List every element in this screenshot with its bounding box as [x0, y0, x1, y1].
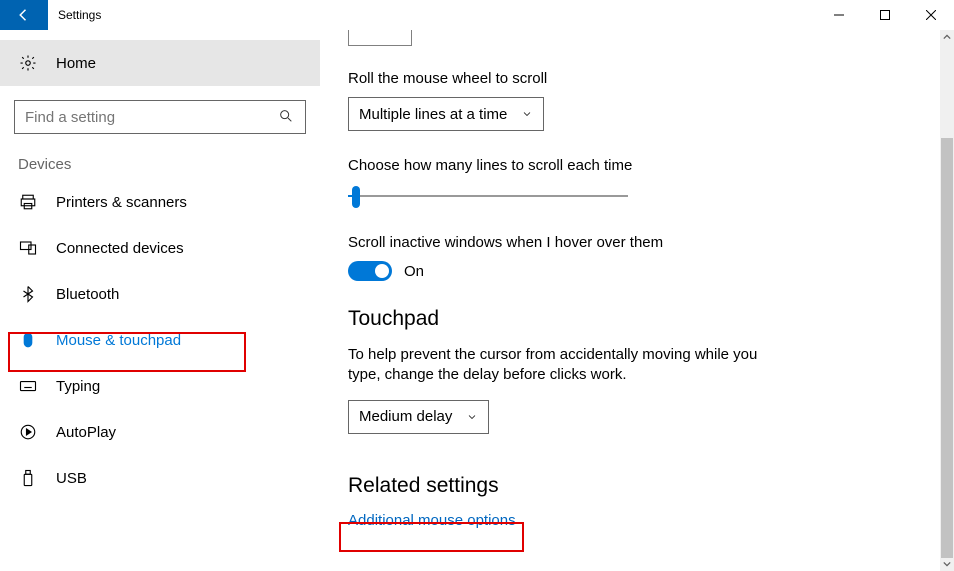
sidebar: Home Devices Printers & scanners Connect…	[0, 30, 320, 571]
touchpad-delay-dropdown[interactable]: Medium delay	[348, 400, 489, 434]
inactive-setting-label: Scroll inactive windows when I hover ove…	[348, 234, 914, 251]
bluetooth-icon	[18, 285, 38, 303]
sidebar-item-label: Printers & scanners	[56, 194, 187, 211]
dropdown-value: Multiple lines at a time	[359, 106, 507, 123]
maximize-button[interactable]	[862, 0, 908, 30]
toggle-state-label: On	[404, 263, 424, 280]
content-pane: Roll the mouse wheel to scroll Multiple …	[320, 30, 954, 571]
chevron-down-icon	[466, 411, 478, 423]
sidebar-item-label: USB	[56, 470, 87, 487]
slider-track	[348, 195, 628, 197]
sidebar-item-connected-devices[interactable]: Connected devices	[0, 225, 320, 271]
touchpad-description: To help prevent the cursor from accident…	[348, 345, 768, 386]
sidebar-item-bluetooth[interactable]: Bluetooth	[0, 271, 320, 317]
window-title: Settings	[48, 0, 101, 30]
gear-icon	[18, 54, 38, 72]
scroll-down-button[interactable]	[940, 557, 954, 571]
sidebar-item-autoplay[interactable]: AutoPlay	[0, 409, 320, 455]
toggle-knob	[375, 264, 389, 278]
sidebar-item-typing[interactable]: Typing	[0, 363, 320, 409]
slider-thumb[interactable]	[352, 186, 360, 208]
close-icon	[926, 10, 936, 20]
sidebar-group-label: Devices	[0, 134, 320, 179]
sidebar-item-label: Bluetooth	[56, 286, 119, 303]
arrow-left-icon	[15, 6, 33, 24]
devices-icon	[18, 239, 38, 257]
chevron-down-icon	[521, 108, 533, 120]
chevron-up-icon	[943, 33, 951, 41]
mouse-icon	[18, 331, 38, 349]
title-spacer	[101, 0, 816, 30]
search-input[interactable]	[14, 100, 306, 134]
autoplay-icon	[18, 423, 38, 441]
touchpad-heading: Touchpad	[348, 307, 914, 331]
scroll-setting-label: Roll the mouse wheel to scroll	[348, 70, 914, 87]
additional-mouse-options-link[interactable]: Additional mouse options	[348, 512, 516, 529]
scroll-up-button[interactable]	[940, 30, 954, 44]
keyboard-icon	[18, 377, 38, 395]
scroll-mode-dropdown[interactable]: Multiple lines at a time	[348, 97, 544, 131]
chevron-down-icon	[943, 560, 951, 568]
scrollbar-thumb[interactable]	[941, 138, 953, 558]
truncated-dropdown[interactable]	[348, 30, 412, 46]
back-button[interactable]	[0, 0, 48, 30]
sidebar-item-printers[interactable]: Printers & scanners	[0, 179, 320, 225]
sidebar-item-usb[interactable]: USB	[0, 455, 320, 501]
home-button[interactable]: Home	[0, 40, 320, 86]
lines-slider[interactable]	[348, 184, 628, 208]
sidebar-item-label: Mouse & touchpad	[56, 332, 181, 349]
sidebar-item-label: Typing	[56, 378, 100, 395]
minimize-icon	[834, 10, 844, 20]
lines-setting-label: Choose how many lines to scroll each tim…	[348, 157, 914, 174]
search-icon	[278, 108, 294, 124]
vertical-scrollbar[interactable]	[940, 30, 954, 571]
printer-icon	[18, 193, 38, 211]
sidebar-item-label: Connected devices	[56, 240, 184, 257]
maximize-icon	[880, 10, 890, 20]
dropdown-value: Medium delay	[359, 408, 452, 425]
usb-icon	[18, 469, 38, 487]
minimize-button[interactable]	[816, 0, 862, 30]
related-settings-heading: Related settings	[348, 474, 914, 498]
close-button[interactable]	[908, 0, 954, 30]
sidebar-item-mouse-touchpad[interactable]: Mouse & touchpad	[0, 317, 320, 363]
inactive-windows-toggle[interactable]	[348, 261, 392, 281]
home-label: Home	[56, 55, 96, 72]
sidebar-item-label: AutoPlay	[56, 424, 116, 441]
